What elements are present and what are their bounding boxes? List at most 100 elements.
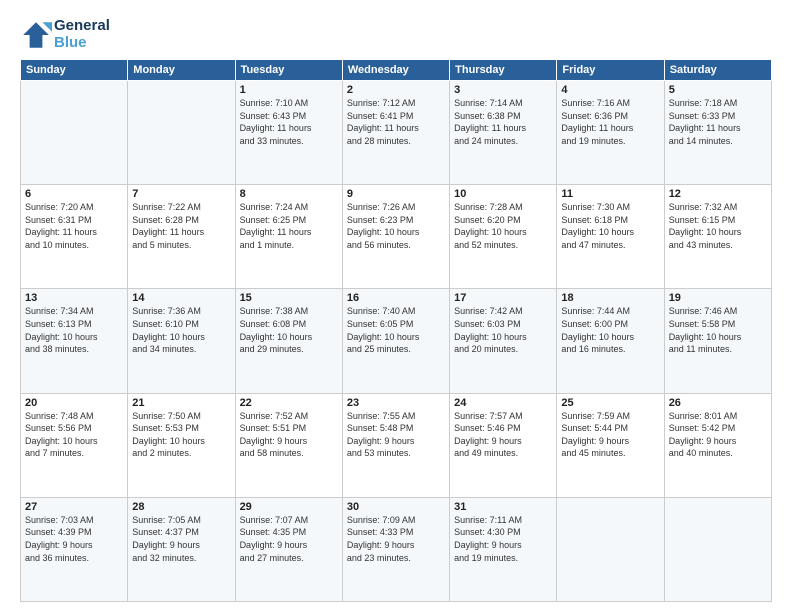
day-number: 18: [561, 292, 659, 304]
calendar-cell: [21, 81, 128, 185]
day-info: Sunrise: 7:28 AM Sunset: 6:20 PM Dayligh…: [454, 201, 552, 251]
calendar-cell: 21Sunrise: 7:50 AM Sunset: 5:53 PM Dayli…: [128, 393, 235, 497]
day-info: Sunrise: 7:05 AM Sunset: 4:37 PM Dayligh…: [132, 514, 230, 564]
day-number: 5: [669, 84, 767, 96]
calendar-cell: 17Sunrise: 7:42 AM Sunset: 6:03 PM Dayli…: [450, 289, 557, 393]
calendar-weekday-tuesday: Tuesday: [235, 60, 342, 81]
day-number: 3: [454, 84, 552, 96]
day-info: Sunrise: 7:59 AM Sunset: 5:44 PM Dayligh…: [561, 410, 659, 460]
calendar-weekday-saturday: Saturday: [664, 60, 771, 81]
day-number: 10: [454, 188, 552, 200]
calendar-cell: 31Sunrise: 7:11 AM Sunset: 4:30 PM Dayli…: [450, 497, 557, 601]
day-number: 29: [240, 501, 338, 513]
calendar-cell: [664, 497, 771, 601]
day-number: 16: [347, 292, 445, 304]
calendar-cell: 18Sunrise: 7:44 AM Sunset: 6:00 PM Dayli…: [557, 289, 664, 393]
day-number: 21: [132, 397, 230, 409]
calendar-cell: 29Sunrise: 7:07 AM Sunset: 4:35 PM Dayli…: [235, 497, 342, 601]
day-info: Sunrise: 7:55 AM Sunset: 5:48 PM Dayligh…: [347, 410, 445, 460]
day-info: Sunrise: 7:10 AM Sunset: 6:43 PM Dayligh…: [240, 97, 338, 147]
calendar-week-1: 6Sunrise: 7:20 AM Sunset: 6:31 PM Daylig…: [21, 185, 772, 289]
day-number: 20: [25, 397, 123, 409]
day-number: 15: [240, 292, 338, 304]
day-number: 7: [132, 188, 230, 200]
calendar-cell: 9Sunrise: 7:26 AM Sunset: 6:23 PM Daylig…: [342, 185, 449, 289]
calendar-cell: 16Sunrise: 7:40 AM Sunset: 6:05 PM Dayli…: [342, 289, 449, 393]
day-number: 12: [669, 188, 767, 200]
day-info: Sunrise: 7:52 AM Sunset: 5:51 PM Dayligh…: [240, 410, 338, 460]
day-info: Sunrise: 8:01 AM Sunset: 5:42 PM Dayligh…: [669, 410, 767, 460]
calendar-cell: 12Sunrise: 7:32 AM Sunset: 6:15 PM Dayli…: [664, 185, 771, 289]
calendar-cell: 30Sunrise: 7:09 AM Sunset: 4:33 PM Dayli…: [342, 497, 449, 601]
day-number: 8: [240, 188, 338, 200]
day-number: 31: [454, 501, 552, 513]
logo: General Blue: [20, 18, 110, 51]
day-number: 26: [669, 397, 767, 409]
day-number: 25: [561, 397, 659, 409]
calendar-cell: 25Sunrise: 7:59 AM Sunset: 5:44 PM Dayli…: [557, 393, 664, 497]
logo-text: General Blue: [54, 18, 110, 51]
calendar-weekday-thursday: Thursday: [450, 60, 557, 81]
calendar-cell: 1Sunrise: 7:10 AM Sunset: 6:43 PM Daylig…: [235, 81, 342, 185]
day-info: Sunrise: 7:09 AM Sunset: 4:33 PM Dayligh…: [347, 514, 445, 564]
calendar-cell: 3Sunrise: 7:14 AM Sunset: 6:38 PM Daylig…: [450, 81, 557, 185]
day-info: Sunrise: 7:38 AM Sunset: 6:08 PM Dayligh…: [240, 305, 338, 355]
day-number: 22: [240, 397, 338, 409]
day-number: 17: [454, 292, 552, 304]
day-info: Sunrise: 7:46 AM Sunset: 5:58 PM Dayligh…: [669, 305, 767, 355]
day-number: 23: [347, 397, 445, 409]
page: General Blue SundayMondayTuesdayWednesda…: [0, 0, 792, 612]
calendar-cell: 13Sunrise: 7:34 AM Sunset: 6:13 PM Dayli…: [21, 289, 128, 393]
calendar-week-4: 27Sunrise: 7:03 AM Sunset: 4:39 PM Dayli…: [21, 497, 772, 601]
calendar-cell: 23Sunrise: 7:55 AM Sunset: 5:48 PM Dayli…: [342, 393, 449, 497]
day-number: 28: [132, 501, 230, 513]
calendar-weekday-sunday: Sunday: [21, 60, 128, 81]
calendar-cell: 4Sunrise: 7:16 AM Sunset: 6:36 PM Daylig…: [557, 81, 664, 185]
day-info: Sunrise: 7:57 AM Sunset: 5:46 PM Dayligh…: [454, 410, 552, 460]
day-number: 14: [132, 292, 230, 304]
day-info: Sunrise: 7:22 AM Sunset: 6:28 PM Dayligh…: [132, 201, 230, 251]
day-info: Sunrise: 7:26 AM Sunset: 6:23 PM Dayligh…: [347, 201, 445, 251]
day-number: 4: [561, 84, 659, 96]
calendar-header-row: SundayMondayTuesdayWednesdayThursdayFrid…: [21, 60, 772, 81]
calendar-week-2: 13Sunrise: 7:34 AM Sunset: 6:13 PM Dayli…: [21, 289, 772, 393]
day-number: 6: [25, 188, 123, 200]
calendar-cell: [557, 497, 664, 601]
day-info: Sunrise: 7:14 AM Sunset: 6:38 PM Dayligh…: [454, 97, 552, 147]
header: General Blue: [20, 18, 772, 51]
calendar-cell: 2Sunrise: 7:12 AM Sunset: 6:41 PM Daylig…: [342, 81, 449, 185]
day-number: 9: [347, 188, 445, 200]
calendar-week-3: 20Sunrise: 7:48 AM Sunset: 5:56 PM Dayli…: [21, 393, 772, 497]
calendar-cell: 22Sunrise: 7:52 AM Sunset: 5:51 PM Dayli…: [235, 393, 342, 497]
calendar-cell: 5Sunrise: 7:18 AM Sunset: 6:33 PM Daylig…: [664, 81, 771, 185]
calendar-cell: 27Sunrise: 7:03 AM Sunset: 4:39 PM Dayli…: [21, 497, 128, 601]
calendar-weekday-friday: Friday: [557, 60, 664, 81]
day-info: Sunrise: 7:30 AM Sunset: 6:18 PM Dayligh…: [561, 201, 659, 251]
day-number: 11: [561, 188, 659, 200]
day-number: 27: [25, 501, 123, 513]
day-number: 1: [240, 84, 338, 96]
day-info: Sunrise: 7:36 AM Sunset: 6:10 PM Dayligh…: [132, 305, 230, 355]
calendar-cell: 15Sunrise: 7:38 AM Sunset: 6:08 PM Dayli…: [235, 289, 342, 393]
calendar-cell: 6Sunrise: 7:20 AM Sunset: 6:31 PM Daylig…: [21, 185, 128, 289]
day-info: Sunrise: 7:34 AM Sunset: 6:13 PM Dayligh…: [25, 305, 123, 355]
calendar-week-0: 1Sunrise: 7:10 AM Sunset: 6:43 PM Daylig…: [21, 81, 772, 185]
day-info: Sunrise: 7:18 AM Sunset: 6:33 PM Dayligh…: [669, 97, 767, 147]
day-info: Sunrise: 7:40 AM Sunset: 6:05 PM Dayligh…: [347, 305, 445, 355]
day-number: 30: [347, 501, 445, 513]
calendar-weekday-wednesday: Wednesday: [342, 60, 449, 81]
day-info: Sunrise: 7:24 AM Sunset: 6:25 PM Dayligh…: [240, 201, 338, 251]
calendar-cell: 26Sunrise: 8:01 AM Sunset: 5:42 PM Dayli…: [664, 393, 771, 497]
calendar-cell: 8Sunrise: 7:24 AM Sunset: 6:25 PM Daylig…: [235, 185, 342, 289]
calendar-cell: 14Sunrise: 7:36 AM Sunset: 6:10 PM Dayli…: [128, 289, 235, 393]
day-number: 24: [454, 397, 552, 409]
calendar-cell: 19Sunrise: 7:46 AM Sunset: 5:58 PM Dayli…: [664, 289, 771, 393]
day-info: Sunrise: 7:16 AM Sunset: 6:36 PM Dayligh…: [561, 97, 659, 147]
day-info: Sunrise: 7:44 AM Sunset: 6:00 PM Dayligh…: [561, 305, 659, 355]
day-info: Sunrise: 7:11 AM Sunset: 4:30 PM Dayligh…: [454, 514, 552, 564]
calendar-cell: 28Sunrise: 7:05 AM Sunset: 4:37 PM Dayli…: [128, 497, 235, 601]
calendar-cell: 10Sunrise: 7:28 AM Sunset: 6:20 PM Dayli…: [450, 185, 557, 289]
calendar-cell: [128, 81, 235, 185]
calendar-cell: 20Sunrise: 7:48 AM Sunset: 5:56 PM Dayli…: [21, 393, 128, 497]
calendar-cell: 7Sunrise: 7:22 AM Sunset: 6:28 PM Daylig…: [128, 185, 235, 289]
